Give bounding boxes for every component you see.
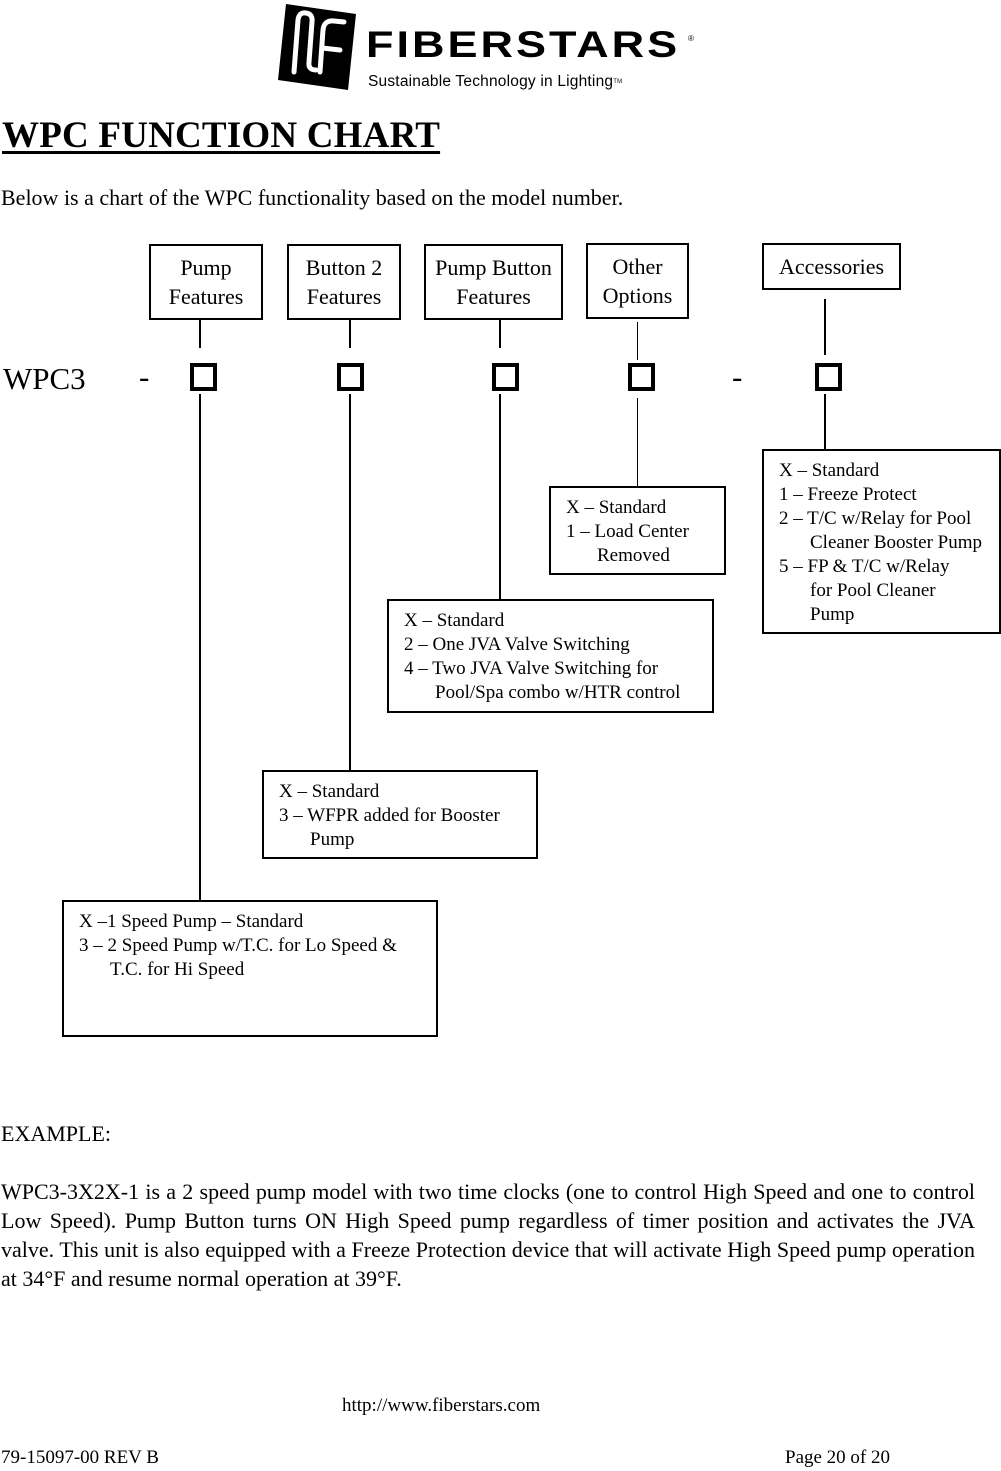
header-pump-button-features: Pump Button Features — [424, 244, 563, 320]
option-line: X – Standard — [566, 497, 667, 518]
connector-line — [349, 394, 351, 771]
option-line: T.C. for Hi Speed — [110, 959, 245, 980]
slot-pump-features-checkbox — [190, 363, 217, 391]
model-separator: - — [732, 359, 743, 394]
header-line: Pump — [180, 255, 232, 280]
option-line: 1 – Load Center — [566, 521, 689, 542]
option-line: Pool/Spa combo w/HTR control — [435, 682, 681, 703]
connector-line — [199, 320, 201, 348]
example-heading: EXAMPLE: — [1, 1121, 111, 1146]
option-line: Pump — [810, 604, 855, 625]
header-line: Features — [168, 284, 244, 309]
logo-tagline-text: Sustainable Technology in Lighting — [368, 73, 614, 90]
connector-line — [199, 394, 201, 901]
intro-text: Below is a chart of the WPC functionalit… — [1, 185, 624, 210]
connector-line — [349, 320, 351, 348]
header-line: Button 2 — [305, 255, 383, 280]
connector-line — [637, 398, 638, 487]
header-pump-features: Pump Features — [149, 244, 263, 320]
header-line: Features — [306, 284, 382, 309]
option-line: 4 – Two JVA Valve Switching for — [404, 658, 659, 679]
model-prefix: WPC3 — [3, 361, 86, 396]
other-options-box: X – Standard 1 – Load Center Removed — [549, 486, 726, 575]
option-line: 1 – Freeze Protect — [779, 484, 917, 505]
option-line: Removed — [597, 545, 670, 566]
footer-doc-number: 79-15097-00 REV B — [1, 1447, 159, 1468]
registered-mark: ® — [688, 34, 694, 43]
button2-options-box: X – Standard 3 – WFPR added for Booster … — [262, 770, 538, 859]
option-line: X –1 Speed Pump – Standard — [79, 911, 304, 932]
connector-line — [499, 394, 501, 600]
accessories-options-box: X – Standard 1 – Freeze Protect 2 – T/C … — [762, 449, 1001, 634]
header-accessories: Accessories — [762, 243, 901, 290]
trademark-mark: TM — [613, 79, 623, 85]
option-line: 3 – 2 Speed Pump w/T.C. for Lo Speed & — [79, 935, 397, 956]
footer-page-number: Page 20 of 20 — [785, 1447, 891, 1468]
slot-other-options-checkbox — [628, 363, 655, 391]
header-line: Pump Button — [435, 255, 552, 280]
header-line: Accessories — [778, 254, 885, 279]
header-line: Options — [602, 283, 673, 308]
option-line: for Pool Cleaner — [810, 580, 936, 601]
fiberstars-logo: FIBERSTARS ® Sustainable Technology in L… — [272, 0, 704, 94]
option-line: Pump — [310, 829, 355, 850]
fiberstars-f-mark-icon — [278, 4, 356, 90]
pump-button-options-box: X – Standard 2 – One JVA Valve Switching… — [387, 599, 714, 713]
pump-options-box: X –1 Speed Pump – Standard 3 – 2 Speed P… — [62, 900, 438, 1037]
connector-line — [637, 322, 638, 360]
option-line: 2 – T/C w/Relay for Pool — [779, 508, 972, 529]
header-other-options: Other Options — [586, 243, 689, 319]
slot-button2-features-checkbox — [337, 363, 364, 391]
page-title: WPC FUNCTION CHART — [2, 115, 441, 156]
logo-tagline: Sustainable Technology in LightingTM — [368, 73, 622, 91]
example-paragraph: WPC3-3X2X-1 is a 2 speed pump model with… — [1, 1179, 975, 1291]
slot-accessories-checkbox — [815, 363, 842, 391]
header-line: Features — [456, 284, 531, 309]
connector-line — [499, 320, 501, 348]
footer-url-link[interactable]: http://www.fiberstars.com — [342, 1395, 540, 1417]
logo-brand-name: FIBERSTARS — [366, 23, 681, 66]
header-button2-features: Button 2 Features — [287, 244, 401, 320]
connector-line — [824, 394, 826, 450]
header-line: Other — [612, 254, 663, 279]
option-line: X – Standard — [404, 610, 505, 631]
option-line: X – Standard — [279, 781, 380, 802]
slot-pump-button-features-checkbox — [492, 363, 519, 391]
option-line: Cleaner Booster Pump — [810, 532, 983, 553]
option-line: 5 – FP & T/C w/Relay — [779, 556, 950, 577]
option-line: 3 – WFPR added for Booster — [279, 805, 500, 826]
option-line: 2 – One JVA Valve Switching — [404, 634, 630, 655]
option-line: X – Standard — [779, 460, 880, 481]
connector-line — [824, 299, 826, 355]
model-separator: - — [139, 359, 150, 394]
